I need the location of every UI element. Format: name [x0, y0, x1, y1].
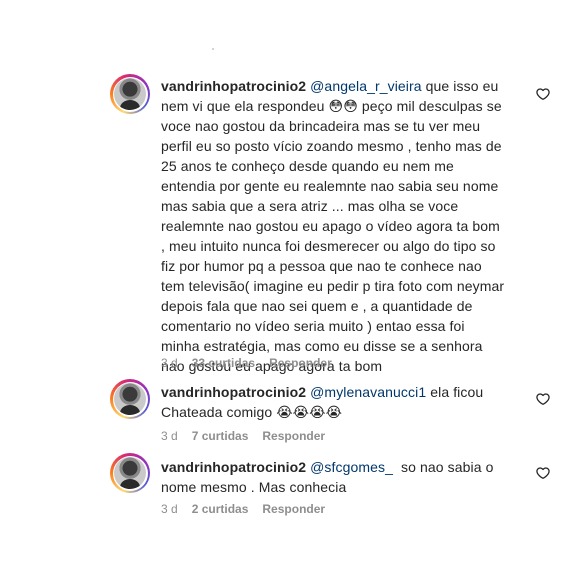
- comment-body: vandrinhopatrocinio2 @sfcgomes_ so nao s…: [161, 457, 507, 497]
- comment-username[interactable]: vandrinhopatrocinio2: [161, 384, 306, 400]
- comment-meta: 3 d 33 curtidas Responder: [161, 356, 332, 370]
- avatar[interactable]: [110, 379, 150, 419]
- profile-photo: [114, 78, 146, 110]
- comment-body: vandrinhopatrocinio2 @angela_r_vieira qu…: [161, 76, 507, 376]
- avatar[interactable]: [110, 74, 150, 114]
- reply-button[interactable]: Responder: [262, 429, 325, 443]
- heart-outline-icon[interactable]: [536, 392, 550, 406]
- heart-outline-icon[interactable]: [536, 87, 550, 101]
- comment-likes[interactable]: 2 curtidas: [192, 502, 249, 516]
- heart-outline-icon[interactable]: [536, 466, 550, 480]
- comment-text: que isso eu nem vi que ela respondeu 😳😳 …: [161, 78, 505, 374]
- comment-likes[interactable]: 7 curtidas: [192, 429, 249, 443]
- comment-body: vandrinhopatrocinio2 @mylenavanucci1 ela…: [161, 382, 507, 422]
- comment-item: vandrinhopatrocinio2 @sfcgomes_ so nao s…: [110, 453, 550, 523]
- comment-time: 3 d: [161, 429, 178, 443]
- comment-item: vandrinhopatrocinio2 @angela_r_vieira qu…: [110, 74, 550, 374]
- reply-button[interactable]: Responder: [269, 356, 332, 370]
- comment-time: 3 d: [161, 356, 178, 370]
- avatar[interactable]: [110, 453, 150, 493]
- comment-item: vandrinhopatrocinio2 @mylenavanucci1 ela…: [110, 379, 550, 449]
- comment-mention[interactable]: @sfcgomes_: [310, 459, 393, 475]
- comment-meta: 3 d 2 curtidas Responder: [161, 502, 325, 516]
- comment-likes[interactable]: 33 curtidas: [192, 356, 255, 370]
- reply-button[interactable]: Responder: [262, 502, 325, 516]
- separator-dot: [212, 48, 214, 50]
- comment-meta: 3 d 7 curtidas Responder: [161, 429, 325, 443]
- comment-username[interactable]: vandrinhopatrocinio2: [161, 459, 306, 475]
- comment-mention[interactable]: @angela_r_vieira: [310, 78, 422, 94]
- comment-time: 3 d: [161, 502, 178, 516]
- profile-photo: [114, 383, 146, 415]
- comment-username[interactable]: vandrinhopatrocinio2: [161, 78, 306, 94]
- comment-mention[interactable]: @mylenavanucci1: [310, 384, 426, 400]
- profile-photo: [114, 457, 146, 489]
